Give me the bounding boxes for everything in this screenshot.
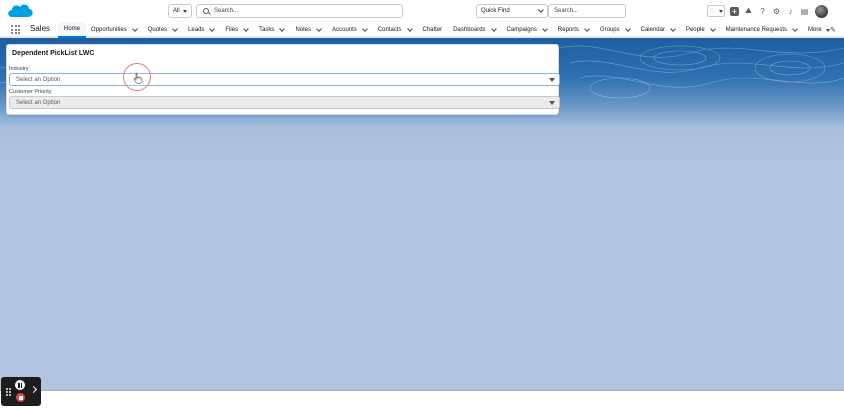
nav-item-label: Files <box>225 27 239 33</box>
nav-item-label: Accounts <box>332 27 357 33</box>
stop-icon[interactable] <box>16 393 25 402</box>
search-scope-select[interactable]: All <box>168 4 192 18</box>
chevron-down-icon[interactable] <box>542 26 548 32</box>
drag-handle-icon[interactable] <box>6 388 11 396</box>
edit-pencil-icon[interactable]: ✎ <box>830 26 836 34</box>
assistant-icon[interactable]: ▤ <box>800 7 809 16</box>
nav-item-label: Campaigns <box>506 27 537 33</box>
search-scope-label: All <box>173 8 180 14</box>
nav-item-label: Calendar <box>640 27 665 33</box>
nav-item-calendar[interactable]: Calendar <box>636 22 681 38</box>
customer-priority-label: Customer Priority <box>9 89 52 95</box>
nav-item-leads[interactable]: Leads <box>183 22 220 38</box>
nav-item-label: Quotes <box>147 27 168 33</box>
favorites-menu-caret-icon[interactable] <box>719 9 723 13</box>
chevron-down-icon[interactable] <box>584 26 590 32</box>
nav-item-contacts[interactable]: Contacts <box>373 22 418 38</box>
nav-item-groups[interactable]: Groups <box>595 22 636 38</box>
nav-item-label: Leads <box>188 27 205 33</box>
global-search-placeholder: Search... <box>214 8 239 14</box>
salesforce-page: All Search... Quick Find Search... ☆ + ⛰… <box>0 0 844 408</box>
app-name: Sales <box>30 24 51 33</box>
chevron-down-icon[interactable] <box>316 26 322 32</box>
notifications-bell-icon[interactable]: ♪ <box>786 7 795 16</box>
chevron-down-icon[interactable] <box>406 26 413 32</box>
nav-item-quotes[interactable]: Quotes <box>143 22 183 38</box>
chevron-down-icon[interactable] <box>209 26 216 32</box>
card-title: Dependent PickList LWC <box>12 50 95 57</box>
caret-down-icon <box>549 101 555 105</box>
pause-icon[interactable] <box>15 380 25 390</box>
chevron-down-icon[interactable] <box>243 26 249 32</box>
chevron-down-icon[interactable] <box>361 26 368 32</box>
chevron-down-icon[interactable] <box>670 26 676 32</box>
chevron-down-icon[interactable] <box>279 26 286 32</box>
customer-priority-picklist-value: Select an Option <box>16 99 61 106</box>
search-icon <box>203 8 209 14</box>
nav-item-label: Notes <box>295 27 312 33</box>
quick-find-label: Quick Find <box>481 8 510 14</box>
setup-gear-icon[interactable]: ⚙ <box>772 7 781 16</box>
footer-strip <box>0 390 844 408</box>
nav-item-label: Groups <box>599 27 620 33</box>
industry-picklist-value: Select an Option <box>16 76 61 83</box>
chevron-down-icon[interactable] <box>709 26 716 32</box>
favorites-star-icon: ☆ <box>709 8 716 15</box>
nav-item-notes[interactable]: Notes <box>290 22 327 38</box>
quick-find-select[interactable]: Quick Find <box>476 4 548 18</box>
nav-item-maintenance-requests[interactable]: Maintenance Requests <box>721 22 803 38</box>
nav-item-people[interactable]: People <box>681 22 721 38</box>
avatar[interactable] <box>815 4 828 18</box>
screen-recorder-widget <box>1 377 41 406</box>
help-icon[interactable]: ? <box>758 7 767 16</box>
chevron-down-icon[interactable] <box>131 26 138 32</box>
nav-item-label: Chatter <box>422 27 443 33</box>
caret-down-icon <box>182 9 187 13</box>
global-actions-icon[interactable]: + <box>730 6 739 16</box>
nav-item-campaigns[interactable]: Campaigns <box>502 22 553 38</box>
favorites-button[interactable]: ☆ <box>707 5 725 17</box>
chevron-down-icon[interactable] <box>792 26 798 32</box>
nav-item-dashboards[interactable]: Dashboards <box>448 22 501 38</box>
nav-item-home[interactable]: Home <box>58 22 87 38</box>
nav-item-label: Dashboards <box>453 27 486 33</box>
industry-label: Industry <box>9 66 29 72</box>
caret-down-icon <box>549 78 555 82</box>
expand-arrow-icon[interactable] <box>29 385 38 394</box>
app-navigation-bar: Sales Home Opportunities Quotes Leads Files T… <box>0 22 844 38</box>
caret-down-icon <box>825 28 830 32</box>
nav-item-label: Maintenance Requests <box>725 27 788 33</box>
chevron-down-icon[interactable] <box>624 26 631 32</box>
nav-item-chatter[interactable]: Chatter <box>418 22 449 38</box>
nav-item-accounts[interactable]: Accounts <box>327 22 373 38</box>
nav-item-label: Contacts <box>377 27 402 33</box>
dependent-picklist-card: Dependent PickList LWC Industry Select a… <box>6 44 560 115</box>
chevron-down-icon[interactable] <box>490 26 497 32</box>
nav-item-reports[interactable]: Reports <box>553 22 595 38</box>
trailhead-icon[interactable]: ⛰ <box>744 6 753 16</box>
nav-item-label: Tasks <box>259 27 275 33</box>
app-launcher-icon[interactable] <box>11 25 20 34</box>
nav-item-files[interactable]: Files <box>220 22 254 38</box>
customer-priority-picklist[interactable]: Select an Option <box>9 96 560 109</box>
nav-items: Home Opportunities Quotes Leads Files Tasks No… <box>58 22 836 38</box>
hand-cursor-icon <box>133 72 143 84</box>
salesforce-cloud-logo[interactable] <box>6 2 34 20</box>
global-search-input[interactable]: Search... <box>196 4 403 18</box>
chevron-down-icon <box>538 7 544 13</box>
chevron-down-icon[interactable] <box>172 26 178 32</box>
quick-find-search-input[interactable]: Search... <box>548 4 626 18</box>
nav-item-label: Reports <box>557 27 579 33</box>
nav-more-label: More <box>808 27 822 33</box>
industry-picklist[interactable]: Select an Option <box>9 73 560 86</box>
header-utility-icons: ☆ + ⛰ ? ⚙ ♪ ▤ <box>707 4 828 18</box>
global-header: All Search... Quick Find Search... ☆ + ⛰… <box>0 0 844 22</box>
nav-item-label: People <box>685 27 705 33</box>
nav-item-opportunities[interactable]: Opportunities <box>86 22 143 38</box>
quick-find-search-placeholder: Search... <box>554 8 579 14</box>
nav-item-label: Home <box>64 26 81 32</box>
nav-item-label: Opportunities <box>91 27 127 33</box>
nav-item-tasks[interactable]: Tasks <box>254 22 290 38</box>
